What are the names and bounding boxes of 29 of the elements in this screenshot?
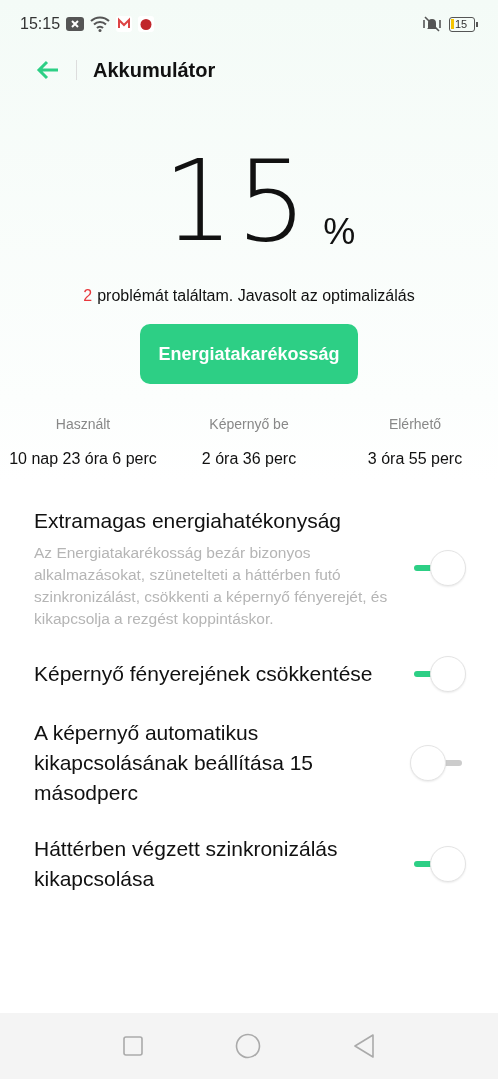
- setting-title: Extramagas energiahatékonyság: [34, 508, 343, 534]
- setting-title: Képernyő fényerejének csökkentése: [34, 661, 374, 687]
- app-icon: [138, 16, 155, 32]
- percent-unit: %: [323, 211, 356, 253]
- notification-icon: [66, 17, 85, 31]
- back-icon[interactable]: [36, 60, 60, 80]
- stat-value: 2 óra 36 perc: [200, 450, 298, 468]
- setting-title: Háttérben végzett szinkronizálás kikapcsolása: [34, 836, 339, 892]
- stat-label: Elérhető: [387, 416, 443, 432]
- problem-message: problémát találtam. Javasolt az optimalizálás: [97, 287, 415, 305]
- stat-label: Használt: [54, 416, 112, 432]
- page-title: Akkumulátor: [93, 58, 216, 82]
- battery-percent: 15: [162, 145, 310, 257]
- mail-icon: [116, 16, 133, 32]
- stat-value: 10 nap 23 óra 6 perc: [8, 450, 158, 468]
- home-icon[interactable]: [235, 1033, 261, 1059]
- recents-icon[interactable]: [123, 1036, 143, 1056]
- setting-description: Az Energiatakarékosság bezár bizonyos alkalmazásokat, szünetelteti a háttérben futó szinkronizálást, csökkenti a képernyő fényerejét, és kikapcsolja a rezgést koppintáskor.: [34, 543, 389, 629]
- stat-label: Képernyő be: [208, 416, 290, 432]
- battery-icon: 15: [449, 16, 478, 32]
- setting-title: A képernyő automatikus kikapcsolásának beállítása 15 másodperc: [34, 720, 314, 806]
- problem-count: 2: [83, 287, 93, 305]
- toggle-switch[interactable]: [410, 745, 464, 781]
- stat-value: 3 óra 55 perc: [366, 450, 464, 468]
- vibrate-icon: [421, 15, 443, 33]
- wifi-icon: [90, 16, 111, 32]
- back-nav-icon[interactable]: [353, 1034, 375, 1058]
- status-time: 15:15: [20, 15, 61, 33]
- power-saving-button[interactable]: Energiatakarékosság: [140, 324, 358, 384]
